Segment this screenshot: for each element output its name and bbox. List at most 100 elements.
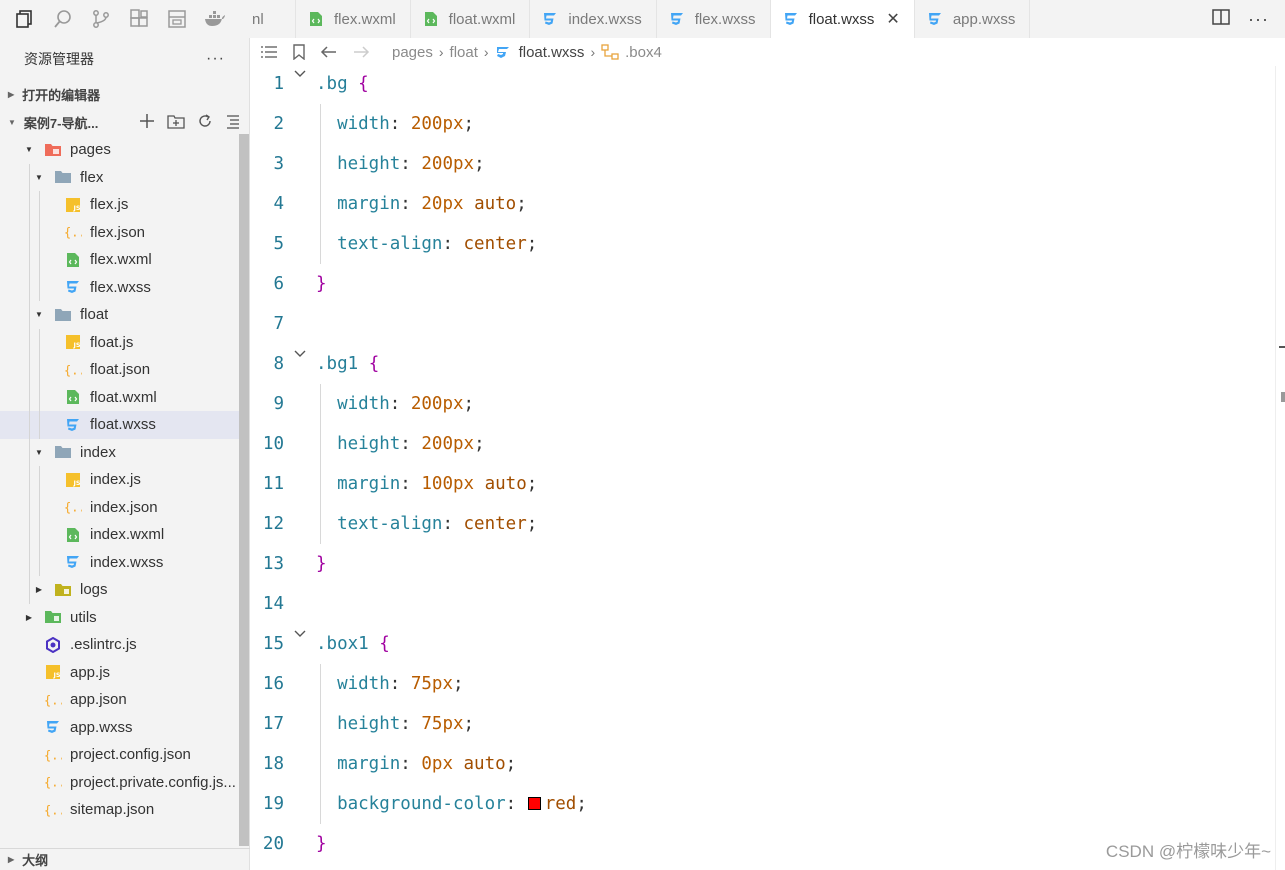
more-actions-icon[interactable]: ··· [206, 50, 225, 68]
code-token: margin [316, 194, 401, 214]
fold-chevron-icon[interactable] [284, 70, 316, 78]
tree-item[interactable]: {..} project.private.config.js... [0, 769, 249, 797]
caret-down-icon[interactable]: ▼ [34, 173, 44, 182]
tree-item[interactable]: .eslintrc.js [0, 631, 249, 659]
chevron-right-icon: › [483, 44, 489, 60]
code-text: height: 200px; [316, 434, 485, 454]
collapse-all-icon[interactable] [225, 113, 241, 132]
tree-item-label: float [80, 306, 109, 324]
crumb-symbol[interactable]: .box4 [625, 44, 662, 61]
line-number: 3 [273, 154, 284, 174]
tree-item[interactable]: ▼ flex [0, 163, 249, 191]
outline-section[interactable]: ▶ 大纲 [0, 848, 250, 870]
split-editor-icon[interactable] [1212, 8, 1230, 30]
caret-down-icon[interactable]: ▼ [34, 448, 44, 457]
code-token: .bg [316, 74, 348, 94]
tab-flex-wxss[interactable]: flex.wxss [657, 0, 771, 38]
tab-app-wxss[interactable]: app.wxss [915, 0, 1031, 38]
code-token: : [389, 674, 411, 694]
tab-flex-wxml[interactable]: flex.wxml [296, 0, 411, 38]
bookmark-icon[interactable] [292, 44, 306, 60]
color-swatch[interactable] [527, 797, 541, 810]
tree-item[interactable]: {..} project.config.json [0, 741, 249, 769]
tree-item[interactable]: {..} float.json [0, 356, 249, 384]
fold-chevron-icon[interactable] [284, 350, 316, 358]
css-file-icon [44, 719, 62, 735]
new-file-icon[interactable] [139, 113, 155, 132]
new-folder-icon[interactable] [167, 113, 185, 132]
caret-down-icon[interactable]: ▼ [34, 310, 44, 319]
tree-item-label: project.config.json [70, 746, 191, 764]
crumb-float[interactable]: float [450, 44, 478, 61]
tree-item[interactable]: {..} app.json [0, 686, 249, 714]
tree-item[interactable]: index.wxss [0, 548, 249, 576]
code-token: : [389, 394, 411, 414]
tree-item[interactable]: float.wxml [0, 383, 249, 411]
code-line: 4 margin: 20px auto; [250, 184, 1275, 224]
open-editors-section[interactable]: ▶ 打开的编辑器 [0, 80, 249, 108]
tree-item[interactable]: app.wxss [0, 714, 249, 742]
wxml-icon [423, 11, 439, 27]
editor-scrollbar[interactable] [1275, 66, 1285, 870]
code-text: .bg { [316, 74, 369, 94]
project-toolbar [139, 113, 249, 132]
project-section[interactable]: ▼ 案例7-导航... [0, 108, 249, 136]
tree-item[interactable]: JS float.js [0, 328, 249, 356]
tree-item[interactable]: JS app.js [0, 659, 249, 687]
scroll-marker [1281, 392, 1285, 402]
caret-right-icon[interactable]: ▶ [34, 585, 44, 594]
source-control-icon[interactable] [82, 0, 120, 38]
indent-guide [39, 356, 40, 384]
explorer-icon[interactable] [6, 0, 44, 38]
tab-nl[interactable]: nl [250, 0, 296, 38]
indent-guide [29, 191, 30, 219]
refresh-icon[interactable] [197, 113, 213, 132]
tree-item[interactable]: float.wxss [0, 411, 249, 439]
tree-item[interactable]: {..} sitemap.json [0, 796, 249, 824]
code-editor[interactable]: 1 .bg {2 width: 200px; 3 height: 200px; 4 m… [250, 66, 1275, 870]
tree-item[interactable]: flex.wxml [0, 246, 249, 274]
tab-float-wxss[interactable]: float.wxss ✕ [770, 0, 915, 38]
tab-index-wxss[interactable]: index.wxss [530, 0, 657, 38]
tree-item[interactable]: JS flex.js [0, 191, 249, 219]
caret-down-icon[interactable]: ▼ [24, 145, 34, 154]
tree-item[interactable]: JS index.js [0, 466, 249, 494]
crumb-pages[interactable]: pages [392, 44, 433, 61]
code-token: : [400, 194, 422, 214]
tree-item[interactable]: ▼ index [0, 438, 249, 466]
tree-item[interactable]: flex.wxss [0, 273, 249, 301]
code-token: .bg1 [316, 354, 359, 374]
svg-text:JS: JS [73, 479, 81, 487]
layout-icon[interactable] [158, 0, 196, 38]
docker-icon[interactable] [196, 0, 234, 38]
caret-right-icon[interactable]: ▶ [24, 613, 34, 622]
tree-item[interactable]: ▶ logs [0, 576, 249, 604]
tab-float-wxml[interactable]: float.wxml [411, 0, 531, 38]
tree-item[interactable]: ▶ utils [0, 604, 249, 632]
tab-label: flex.wxss [694, 10, 756, 28]
tree-item[interactable]: index.wxml [0, 521, 249, 549]
fold-chevron-icon[interactable] [284, 630, 316, 638]
back-arrow-icon[interactable] [320, 45, 338, 59]
more-icon[interactable]: ··· [1248, 9, 1269, 30]
crumb-file[interactable]: float.wxss [519, 44, 585, 61]
line-number: 12 [262, 514, 284, 534]
forward-arrow-icon[interactable] [352, 45, 370, 59]
code-text: width: 75px; [316, 674, 463, 694]
code-line: 1 .bg { [250, 64, 1275, 104]
extensions-icon[interactable] [120, 0, 158, 38]
close-icon[interactable]: ✕ [886, 9, 899, 29]
indent-guide [39, 191, 40, 219]
tree-item[interactable]: {..} index.json [0, 493, 249, 521]
svg-text:{..}: {..} [44, 803, 62, 817]
list-icon[interactable] [260, 45, 278, 59]
tree-item[interactable]: {..} flex.json [0, 218, 249, 246]
sidebar-scrollbar[interactable] [239, 134, 249, 846]
tree-item[interactable]: ▼ float [0, 301, 249, 329]
tree-item-label: index.wxml [90, 526, 165, 544]
line-number: 13 [262, 554, 284, 574]
tree-item[interactable]: ▼ pages [0, 136, 249, 164]
search-icon[interactable] [44, 0, 82, 38]
js-file-icon: JS [64, 197, 82, 213]
